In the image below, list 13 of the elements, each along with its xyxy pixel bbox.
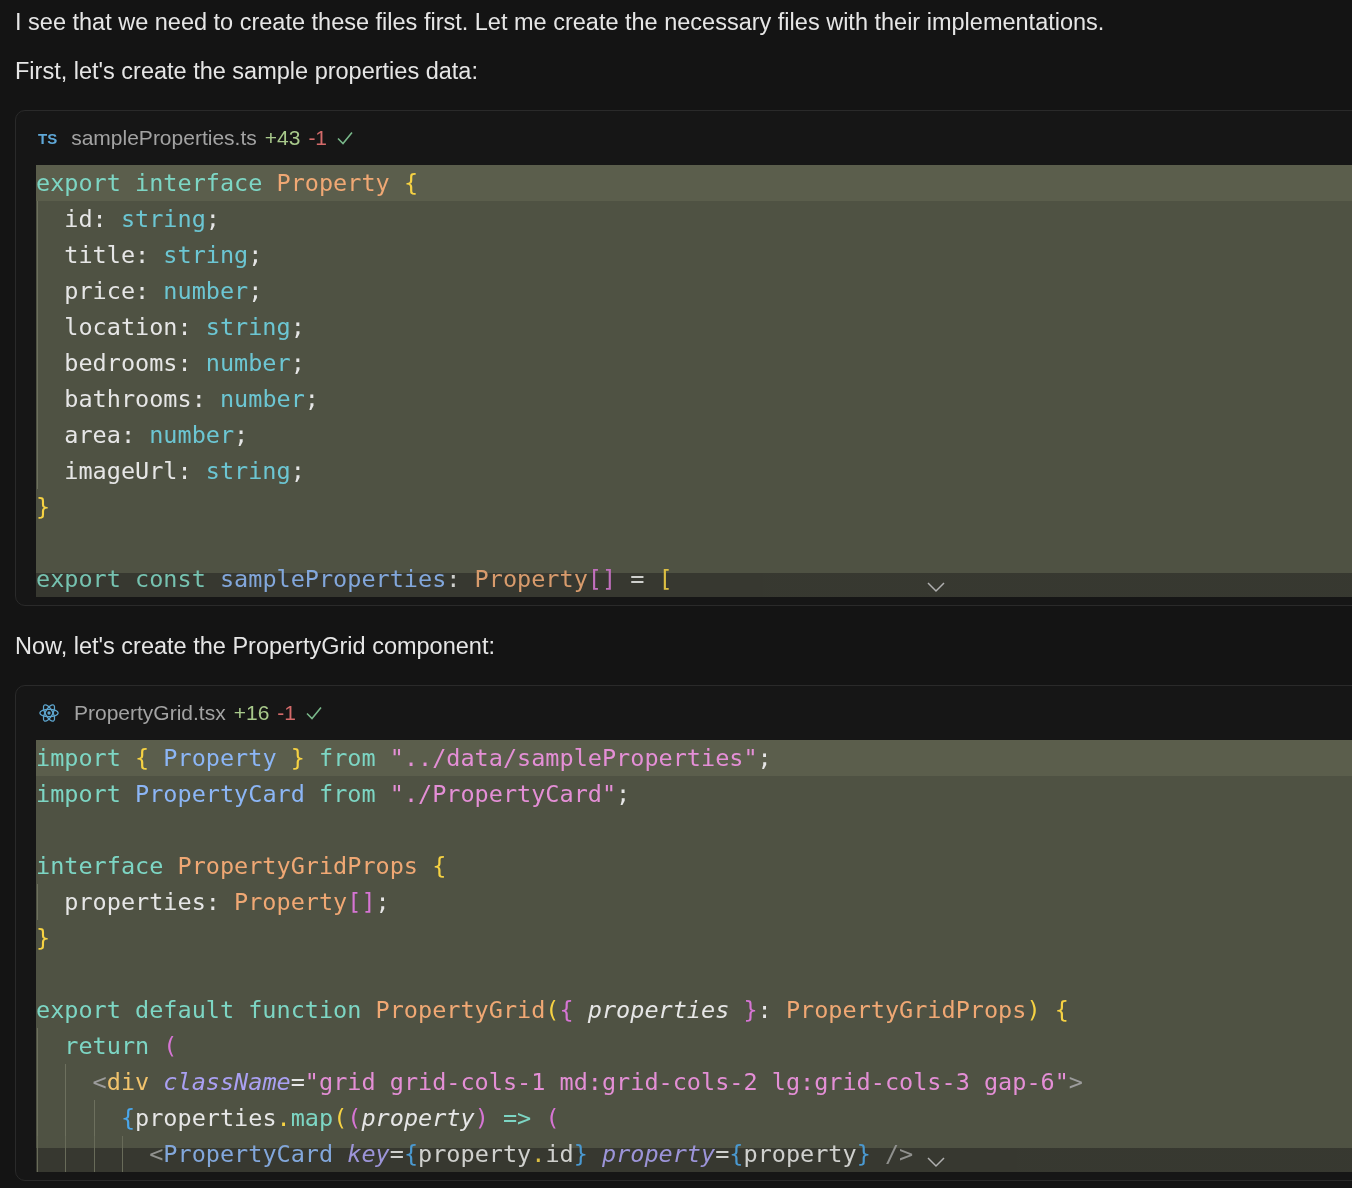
chevron-down-icon[interactable] [926,581,946,593]
file-name[interactable]: PropertyGrid.tsx [74,701,226,725]
chevron-down-icon[interactable] [926,1156,946,1168]
message-text: Now, let's create the PropertyGrid component: [15,632,496,661]
added-count: +43 [264,126,301,150]
message-text: I see that we need to create these files first. Let me create the necessary files with their implementations. [15,8,1106,37]
atom-icon [38,702,60,724]
message-text: First, let's create the sample properties data: [15,57,479,86]
file-type-icon: TS [38,129,58,147]
removed-count: -1 [277,701,297,725]
file-name[interactable]: sampleProperties.ts [71,126,257,150]
removed-count: -1 [308,126,328,150]
added-count: +16 [233,701,270,725]
